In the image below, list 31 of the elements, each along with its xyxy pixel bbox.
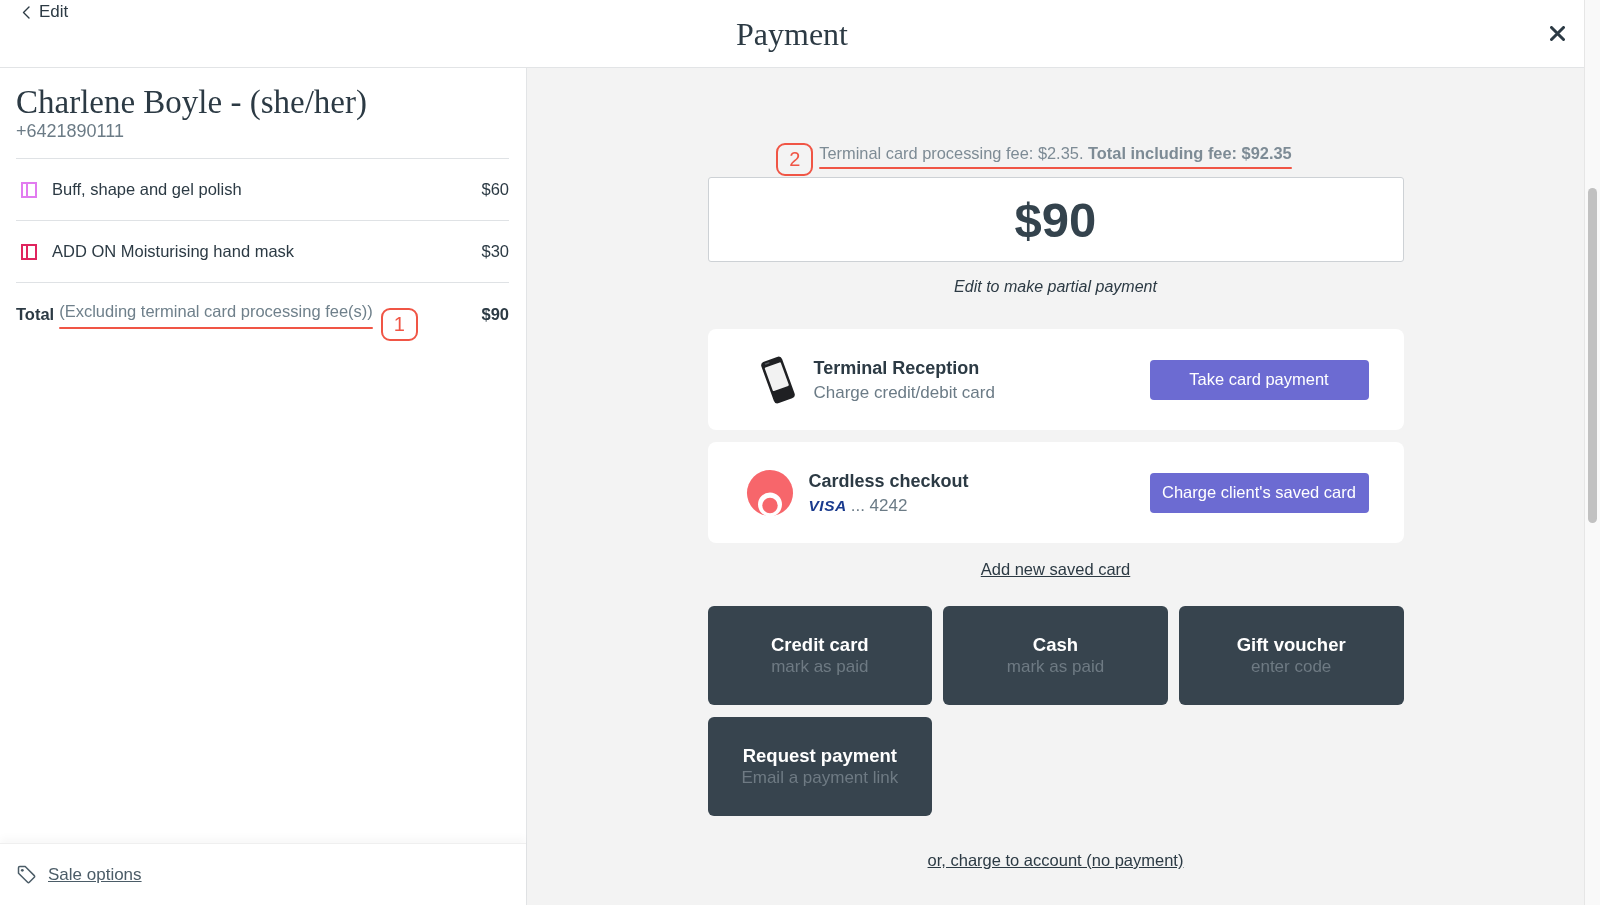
card-brand: VISA <box>808 495 847 516</box>
total-amount: $90 <box>481 303 509 325</box>
total-note: (Excluding terminal card processing fee(s)) <box>59 301 373 323</box>
fee-notice: Terminal card processing fee: $2.35. Total including fee: $92.35 <box>819 143 1292 164</box>
client-phone: +6421890111 <box>16 121 124 142</box>
add-card-link[interactable]: Add new saved card <box>980 558 1131 580</box>
charge-account-link[interactable]: or, charge to account (no payment) <box>927 849 1184 871</box>
card-number: ... 4242 <box>850 494 908 517</box>
sale-options-link[interactable]: Sale options <box>17 861 142 888</box>
payment-action-button[interactable]: Charge client's saved card <box>1149 472 1369 513</box>
annotation-marker: 1 <box>380 308 418 342</box>
scrollbar-thumb[interactable] <box>1588 188 1597 523</box>
client-name: Charlene Boyle - (she/her) <box>16 84 367 121</box>
circle-logo-icon <box>745 468 794 517</box>
tag-icon <box>17 865 36 884</box>
method-title: Terminal Reception <box>813 356 980 380</box>
service-name: Buff, shape and gel polish <box>52 179 242 201</box>
method-title: Cardless checkout <box>808 469 969 493</box>
method-subtitle: Charge credit/debit card <box>813 381 995 404</box>
service-price: $60 <box>481 179 509 201</box>
partial-payment-hint: Edit to make partial payment <box>954 277 1157 297</box>
service-price: $30 <box>481 241 509 263</box>
page-title: Payment <box>736 14 848 54</box>
back-link[interactable]: Edit <box>22 1 69 23</box>
total-label: Total <box>16 303 55 325</box>
chevron-left-icon <box>22 5 30 19</box>
amount-field[interactable]: $90 <box>707 177 1404 262</box>
service-name: ADD ON Moisturising hand mask <box>52 241 295 263</box>
close-icon <box>1550 26 1565 41</box>
payment-action-button[interactable]: Take card payment <box>1149 359 1369 400</box>
close-button[interactable] <box>1550 26 1565 41</box>
